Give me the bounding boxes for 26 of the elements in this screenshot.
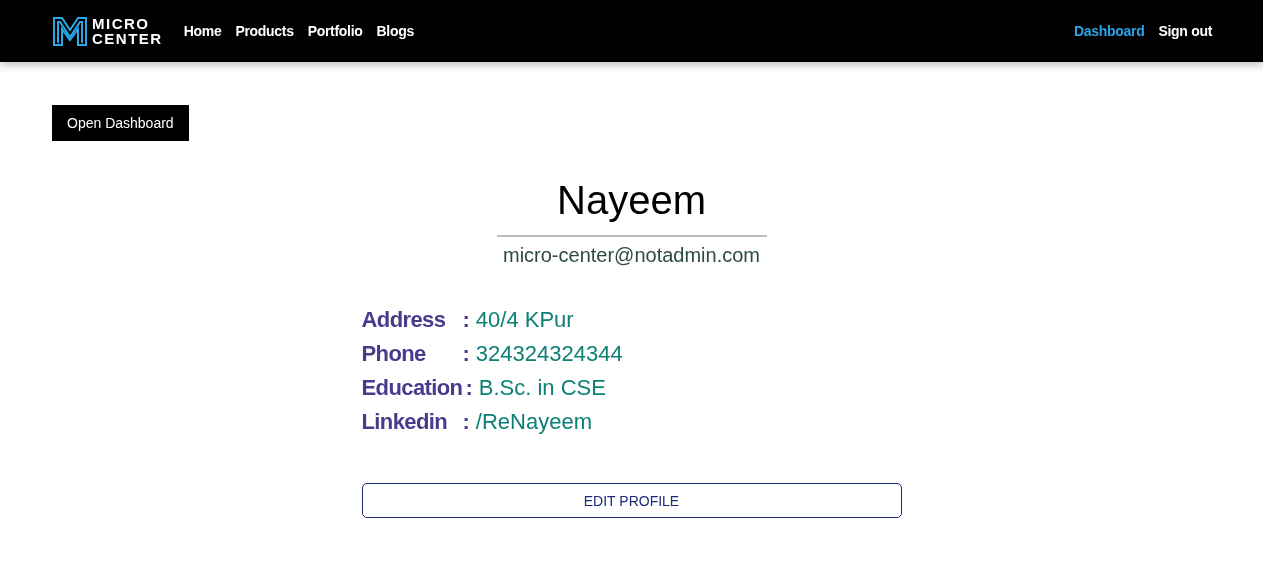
open-dashboard-button[interactable]: Open Dashboard bbox=[52, 105, 189, 141]
field-label: Address bbox=[361, 306, 447, 334]
logo-text: MICRO bbox=[92, 16, 151, 31]
logo[interactable]: MICRO CENTER bbox=[52, 16, 163, 46]
email-text: micro-center@notadmin.com bbox=[502, 244, 761, 267]
field-value: /ReNayeem bbox=[475, 408, 592, 436]
nav-link[interactable]: Sign out bbox=[1158, 23, 1212, 39]
logo-text: CENTER bbox=[92, 31, 163, 46]
field-value: 324324324344 bbox=[475, 340, 623, 368]
field-label: Education bbox=[361, 374, 463, 402]
nav-link[interactable]: Dashboard bbox=[1073, 23, 1145, 39]
separator-text: : bbox=[465, 374, 473, 402]
field-label: Phone bbox=[361, 340, 427, 368]
edit-profile-button[interactable]: EDIT PROFILE bbox=[361, 483, 902, 518]
nav-link[interactable]: Products bbox=[235, 23, 294, 39]
nav-link[interactable]: Blogs bbox=[376, 23, 414, 39]
field-value: B.Sc. in CSE bbox=[478, 374, 606, 402]
separator-text: : bbox=[462, 306, 470, 334]
logo-icon bbox=[52, 16, 88, 46]
nav-link[interactable]: Home bbox=[183, 23, 222, 39]
separator-text: : bbox=[462, 408, 470, 436]
field-label: Linkedin bbox=[361, 408, 449, 436]
profile-name: Nayeem bbox=[557, 177, 706, 223]
nav-link[interactable]: Portfolio bbox=[307, 23, 363, 39]
separator-text: : bbox=[462, 340, 470, 368]
field-value: 40/4 KPur bbox=[475, 306, 574, 334]
